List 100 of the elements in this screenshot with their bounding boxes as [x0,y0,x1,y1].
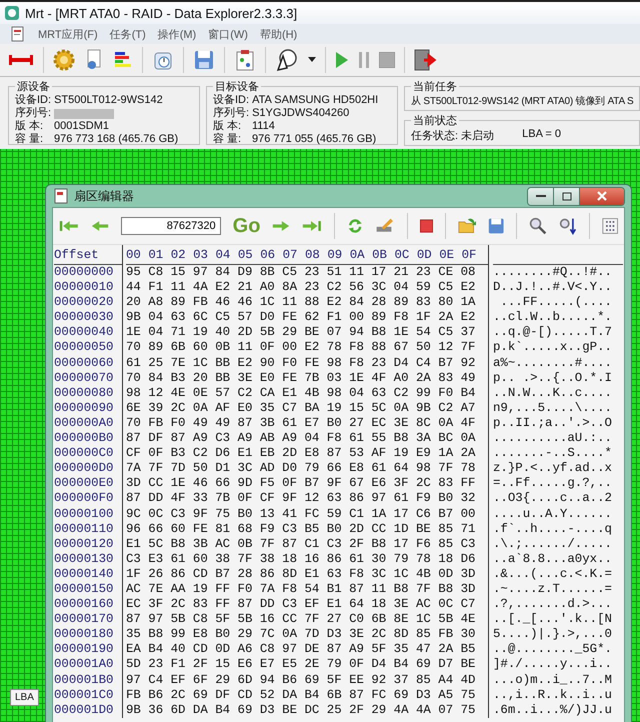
menu-item[interactable]: MRT应用(F) [38,26,98,42]
document-icon[interactable] [10,26,26,42]
offset-cell-text: 00000160 [54,597,114,612]
column-header: 0E [439,247,454,264]
field-value: 1114 [252,120,275,133]
offset-cell-text: 00000100 [54,506,114,522]
ascii-text: .&...(...c.<.K.= [493,566,613,582]
hex-bytes: CF 0F B3 C2 D6 E1 EB 2D E8 87 53 AF 19 E9 1A 2A [126,446,476,462]
window-title: Mrt - [MRT ATA0 - RAID - Data Explorer2.3.3.3] [25,6,298,20]
clipboard-icon[interactable] [234,49,256,71]
offset-cell-text: 000000E0 [54,476,114,492]
ascii-text: .~....z.T......= [493,582,613,598]
offset-cell-text: 000001D0 [54,702,114,718]
offset-cell-text: 00000190 [54,642,114,658]
minimize-button[interactable] [528,188,554,204]
offset-cell-text: 000000B0 [54,431,114,446]
ascii-text: .f`..h....-....q [493,522,613,537]
hex-bytes: FB B6 2C 69 DF CD 52 DA B4 6B 87 FC 69 D3 A5 75 [126,688,476,703]
last-arrow-icon[interactable] [302,218,322,234]
first-arrow-icon[interactable] [59,218,79,234]
field-value: S1YGJDWS404260 [252,107,350,120]
hex-bytes: 44 F1 11 4A E2 21 A0 8A 23 C2 56 3C 04 59 C5 E2 [126,280,476,296]
hex-bytes: 5D 23 F1 2F 15 E6 E7 E5 2E 79 0F D4 B4 69 D7 BE [126,657,476,673]
column-header: 09 [327,247,342,264]
grid-icon[interactable] [602,216,618,236]
offset-cell-text: 00000080 [54,386,114,401]
ascii-text: D..J.!..#.V<.Y.. [493,280,613,296]
menu-item[interactable]: 操作(M) [158,26,196,42]
ascii-text: ..[._[...'.k..[N [493,612,613,628]
hex-bytes: E1 5C B8 3B AC 0B 7F 87 C1 C3 2F B8 17 F6 85 C3 [126,536,476,552]
pause-icon[interactable] [358,52,370,68]
caret-icon[interactable] [308,57,316,63]
hex-bytes: C3 E3 61 60 38 7F 38 18 16 86 61 30 79 78 18 D6 [126,552,476,567]
hex-bytes: 70 89 6B 60 0B 11 0F 00 E2 78 F8 88 67 50 12 7F [126,340,476,356]
hex-bytes: 70 84 B3 20 BB 3E E0 FE 7B 03 1E 4F A0 2A 83 49 [126,370,476,386]
offset-cell-text: 00000040 [54,325,114,340]
hex-bytes: AC 7E AA 19 FF F0 7A F8 54 B1 87 11 B8 7F B8 3D [126,582,476,598]
field-label: 版 本: [15,120,44,132]
column-header: 00 [126,247,141,264]
offset-cell-text: 000000D0 [54,461,114,476]
exit-icon[interactable] [414,49,438,71]
offset-cell-text: 00000070 [54,370,114,386]
ascii-text: ..cl.W..b.....*. [493,310,613,326]
gear-icon[interactable] [53,49,75,71]
stop-icon[interactable] [420,218,433,234]
task-status: 任务状态: 未启动 [411,128,494,143]
sector-input-field[interactable]: 87627320 [120,217,221,235]
field-value: ATA SAMSUNG HD502HI [252,94,378,107]
offset-cell-text: 00000110 [54,522,114,537]
field-label: 设备ID: [15,94,52,106]
offset-cell-text: 00000000 [54,265,114,280]
menu-item[interactable]: 任务(T) [110,26,146,42]
play-icon[interactable] [335,51,349,69]
close-button[interactable] [580,188,624,204]
column-header: 0A [350,247,365,264]
menu-item[interactable]: 窗口(W) [208,26,248,42]
hex-bytes: 95 C8 15 97 84 D9 8B C5 23 51 11 17 21 23 CE 08 [126,265,476,280]
menu-item[interactable]: 帮助(H) [260,26,298,42]
save-icon[interactable] [193,49,215,71]
panel-heading: 源设备 [16,80,51,94]
hex-bytes: 87 97 5B C8 5F 5B 16 CC 7F 27 C0 6B 8E 1C 5B 4E [126,612,476,628]
field-label: 版 本: [213,120,242,132]
hex-bytes: EA B4 40 CD 0D A6 C8 97 DE 87 A9 5F 35 47 2A B5 [126,642,476,658]
field-label: 容 量: [213,133,242,146]
color-bars-icon[interactable] [113,50,133,70]
minimize-icon [536,194,546,198]
ascii-text: p.. .>..{..O.*.I [493,370,613,386]
offset-cell-text: 00000060 [54,356,114,371]
redacted-block [54,109,114,119]
field-label: 容 量: [15,133,44,146]
document-icon [54,188,68,204]
window-title: 扇区编辑器 [74,188,134,204]
hex-bytes: 6E 39 2C 0A AF E0 35 C7 BA 19 15 5C 0A 9B C2 A7 [126,400,476,416]
field-label: 序列号: [213,107,250,120]
folder-icon[interactable] [458,216,476,236]
panel-heading: 目标设备 [214,80,260,94]
column-header: 05 [238,247,253,264]
hex-bytes: 35 B8 99 E8 B0 29 7C 0A 7D D3 3E 2C 8D 85 FB 30 [126,627,476,642]
offset-cell-text: 00000150 [54,582,114,598]
ascii-text: ..O3{....c..a..2 [493,491,613,506]
search-icon[interactable] [528,215,547,237]
column-header: 03 [193,247,208,264]
lba-tab[interactable]: LBA [10,689,39,706]
ascii-text: =..Ff.....g.?,.. [493,476,613,492]
field-value: ST500LT012-9WS142 [54,94,163,107]
hex-bytes: 7A 7F 7D 50 D1 3C AD D0 79 66 E8 61 64 98 7F 78 [126,461,476,476]
field-value: 976 773 168 (465.76 GB) [54,133,178,146]
ascii-text: ..a`8.8...a0yx.. [493,552,613,567]
offset-cell-text: 00000180 [54,627,114,642]
maximize-button[interactable] [554,188,580,204]
offset-cell-text: 00000050 [54,340,114,356]
app-icon [4,5,20,21]
ascii-text: .\.;....../..... [493,536,613,552]
hex-bytes: 98 12 4E 0E 57 C2 CA E1 4B 98 04 63 C2 99 F0 B4 [126,386,476,401]
hex-bytes: 3D CC 1E 46 66 9D F5 0F B7 9F 67 E6 3F 2C 83 FF [126,476,476,492]
offset-cell-text: 00000130 [54,552,114,567]
lba-value: LBA = 0 [522,128,561,142]
save-icon[interactable] [488,216,504,236]
column-header: Offset [54,245,122,265]
offset-cell-text: 000001A0 [54,657,114,673]
